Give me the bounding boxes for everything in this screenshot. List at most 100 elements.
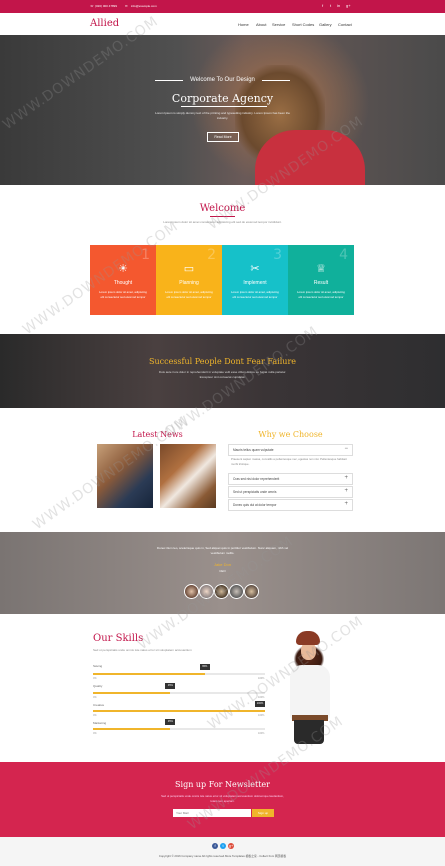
read-more-button[interactable]: Read More — [207, 132, 239, 142]
box-title: Result — [313, 280, 329, 286]
box-text: Lorem ipsum dolor sit amet, adipiscing e… — [165, 290, 213, 299]
skill-scale-max: 100% — [258, 696, 265, 699]
facebook-icon[interactable]: f — [322, 3, 323, 8]
accordion-label: Donec quis dui at dolor tempor — [233, 503, 277, 507]
testimonial-band — [0, 532, 445, 614]
box-text: Lorem ipsum dolor sit amet, adipiscing e… — [99, 290, 147, 299]
skill-bar-fill — [93, 692, 171, 694]
logo[interactable]: Allied — [90, 18, 119, 29]
testimonial-name: Jake Don — [214, 562, 231, 567]
nav-about[interactable]: About — [256, 22, 266, 27]
linkedin-icon[interactable]: in — [337, 3, 340, 8]
newsletter-email-input[interactable] — [173, 809, 251, 817]
hero-underline — [181, 106, 267, 107]
signup-button[interactable]: Sign up — [252, 809, 274, 817]
nav-short-codes[interactable]: Short Codes — [292, 22, 314, 27]
feature-box-planning[interactable]: 2 ▭ Planning Lorem ipsum dolor sit amet,… — [156, 245, 222, 315]
hero-photo-shirt — [255, 130, 365, 185]
main-nav: Allied Home About Service Short Codes Ga… — [0, 13, 445, 36]
avatar[interactable] — [184, 584, 199, 599]
quote-text: Duis aute irure dolor in reprehenderit i… — [158, 370, 287, 379]
box-text: Lorem ipsum dolor sit amet, adipiscing e… — [297, 290, 345, 299]
skill-percent: 45% — [165, 683, 176, 689]
nav-home[interactable]: Home — [238, 22, 249, 27]
skill-bar — [93, 692, 265, 694]
trophy-icon: ♕ — [316, 263, 326, 275]
accordion-item[interactable]: Mauris tellus quam vulputate − — [228, 444, 353, 456]
top-bar: ☏ (020) 000 47899 ✉ info@example.com f t… — [0, 0, 445, 13]
box-title: Planning — [179, 280, 199, 286]
skill-label: Quality — [93, 684, 103, 688]
hero-title: Corporate Agency — [171, 92, 274, 105]
skill-bar — [93, 728, 265, 730]
plus-icon: + — [344, 475, 348, 481]
box-number: 1 — [141, 247, 150, 263]
newsletter-title: Sign up For Newsletter — [175, 780, 270, 789]
accordion-item[interactable]: Cras sed nisi dolor reprehenderit + — [228, 473, 353, 485]
skill-bar — [93, 710, 265, 712]
box-title: Thought — [113, 280, 133, 286]
accordion-content: Praesent sapien massa, convallis a pelle… — [231, 457, 347, 466]
avatar[interactable] — [244, 584, 259, 599]
phone-icon: ☏ — [90, 4, 94, 8]
nav-service[interactable]: Service — [272, 22, 285, 27]
twitter-icon[interactable]: t — [330, 3, 331, 8]
model-photo-legs — [294, 720, 324, 744]
lightbulb-icon: ☀ — [118, 263, 128, 275]
avatar[interactable] — [199, 584, 214, 599]
newsletter-text: Sed ut perspiciatis unde omnis iste natu… — [161, 794, 284, 803]
mail-icon: ✉ — [125, 4, 128, 8]
news-image-laptop[interactable] — [97, 444, 153, 508]
nav-contact[interactable]: Contact — [338, 22, 352, 27]
box-number: 3 — [273, 247, 282, 263]
box-text: Lorem ipsum dolor sit amet, adipiscing e… — [231, 290, 279, 299]
skill-scale-max: 100% — [258, 714, 265, 717]
model-photo — [290, 665, 330, 720]
welcome-divider — [210, 216, 235, 217]
hero-pre-title: Welcome To Our Design — [190, 77, 255, 83]
accordion-item[interactable]: Sed ut perspiciatis unde omnis + — [228, 486, 353, 498]
plus-icon: + — [344, 488, 348, 494]
twitter-icon[interactable]: t — [220, 843, 226, 849]
feature-box-result[interactable]: 4 ♕ Result Lorem ipsum dolor sit amet, a… — [288, 245, 354, 315]
welcome-title: Welcome — [199, 203, 246, 214]
google-plus-icon[interactable]: g+ — [346, 3, 351, 8]
tools-icon: ✂ — [250, 263, 260, 275]
box-number: 4 — [339, 247, 348, 263]
model-photo-hat — [296, 631, 320, 645]
copyright-text: Copyright © 2016 Company name All rights… — [158, 854, 287, 858]
news-image-coffee[interactable] — [160, 444, 216, 508]
skill-label: Saving — [93, 664, 103, 668]
skill-label: Marketing — [93, 721, 107, 725]
box-title: Implement — [243, 280, 267, 286]
accordion-label: Mauris tellus quam vulputate — [233, 448, 274, 452]
skill-scale-max: 100% — [258, 732, 265, 735]
avatar[interactable] — [214, 584, 229, 599]
footer — [0, 837, 445, 866]
skills-title: Our Skills — [93, 633, 144, 644]
welcome-text: Lorem ipsum dolor sit amet consectetur a… — [163, 220, 282, 224]
skill-bar-fill — [93, 673, 205, 675]
plus-icon: + — [344, 501, 348, 507]
quote-title: Successful People Dont Fear Failure — [148, 357, 296, 366]
testimonial-role: CEO — [219, 569, 226, 573]
skill-percent: 45% — [165, 719, 176, 725]
email-address[interactable]: info@example.com — [131, 4, 157, 8]
avatar[interactable] — [229, 584, 244, 599]
phone-number: (020) 000 47899 — [95, 4, 118, 8]
skill-bar — [93, 673, 265, 675]
skill-bar-fill — [93, 710, 265, 712]
accordion-item[interactable]: Donec quis dui at dolor tempor + — [228, 499, 353, 511]
feature-box-implement[interactable]: 3 ✂ Implement Lorem ipsum dolor sit amet… — [222, 245, 288, 315]
feature-box-thought[interactable]: 1 ☀ Thought Lorem ipsum dolor sit amet, … — [90, 245, 156, 315]
hero-banner — [0, 35, 445, 185]
skill-scale-min: 0% — [93, 677, 97, 680]
hero-text: Lorem Ipsum is simply dummy text of the … — [155, 111, 290, 120]
nav-gallery[interactable]: Gallery — [319, 22, 332, 27]
skill-label: Creative — [93, 703, 105, 707]
accordion-label: Sed ut perspiciatis unde omnis — [233, 490, 277, 494]
google-plus-icon[interactable]: g+ — [228, 843, 234, 849]
box-number: 2 — [207, 247, 216, 263]
skill-percent: 65% — [199, 664, 210, 670]
facebook-icon[interactable]: f — [212, 843, 218, 849]
